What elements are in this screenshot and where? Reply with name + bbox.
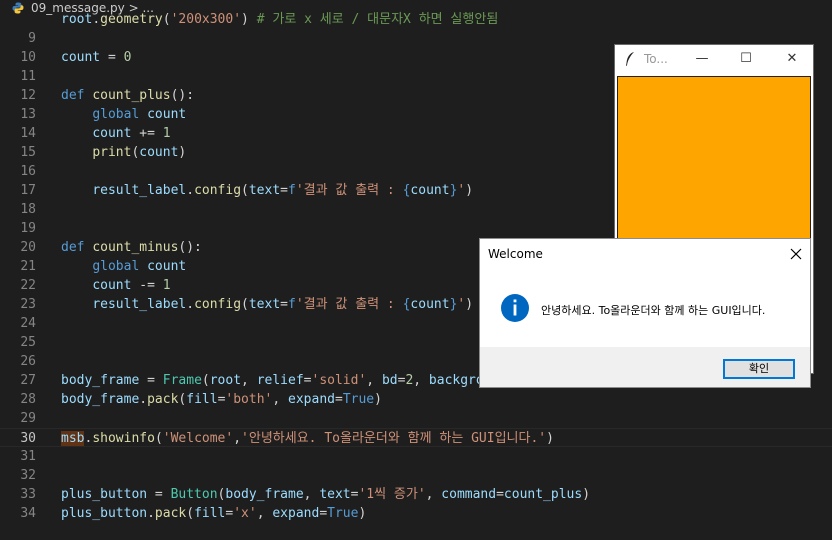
code-line-text: count = 0	[61, 50, 132, 65]
line-number: 10	[20, 50, 36, 65]
ok-button[interactable]: 확인	[723, 359, 795, 379]
window-titlebar[interactable]: To... — ☐ ✕	[615, 45, 813, 73]
code-line-text: plus_button = Button(body_frame, text='1…	[61, 487, 591, 502]
code-line-text: global count	[92, 259, 187, 274]
code-line-text: global count	[92, 107, 187, 122]
maximize-button[interactable]: ☐	[736, 49, 756, 69]
code-line-text: def count_minus():	[61, 240, 202, 255]
code-line-text: count += 1	[92, 126, 171, 141]
line-number: 23	[20, 297, 36, 312]
message-dialog[interactable]: Welcome 안녕하세요. To올라운더와 함께 하는 GUI입니다. 확인	[479, 238, 811, 388]
line-number: 20	[20, 240, 36, 255]
line-number: 30	[20, 431, 36, 446]
code-line-text: def count_plus():	[61, 88, 195, 103]
close-button[interactable]: ✕	[782, 49, 802, 69]
line-number: 15	[20, 145, 36, 160]
line-number: 16	[20, 164, 36, 179]
code-line-text: body_frame.pack(fill='both', expand=True…	[61, 392, 382, 407]
line-number: 27	[20, 373, 36, 388]
window-title: To...	[644, 52, 668, 66]
dialog-message: 안녕하세요. To올라운더와 함께 하는 GUI입니다.	[541, 304, 766, 317]
code-line-text: print(count)	[92, 145, 187, 160]
line-number: 11	[20, 69, 36, 84]
code-line-text: root.geometry('200x300') # 가로 x 세로 / 대문자…	[61, 12, 499, 27]
line-number: 31	[20, 449, 36, 464]
line-number: 9	[28, 31, 36, 46]
line-number: 25	[20, 335, 36, 350]
line-number: 29	[20, 411, 36, 426]
line-number: 33	[20, 487, 36, 502]
minimize-button[interactable]: —	[692, 49, 712, 69]
line-number: 28	[20, 392, 36, 407]
line-number: 14	[20, 126, 36, 141]
line-number: 34	[20, 506, 36, 521]
code-line-text: plus_button.pack(fill='x', expand=True)	[61, 506, 367, 521]
code-line: root.geometry('200x300') # 가로 x 세로 / 대문자…	[0, 10, 832, 29]
line-number: 13	[20, 107, 36, 122]
line-number: 19	[20, 221, 36, 236]
line-number: 21	[20, 259, 36, 274]
line-number: 26	[20, 354, 36, 369]
feather-icon	[626, 52, 634, 66]
code-line-text: msb.showinfo('Welcome','안녕하세요. To올라운더와 함…	[61, 431, 554, 446]
line-number: 32	[20, 468, 36, 483]
code-line-text: result_label.config(text=f'결과 값 출력 : {co…	[92, 297, 474, 312]
code-line-text: count -= 1	[92, 278, 171, 293]
info-icon	[501, 294, 529, 322]
line-number: 12	[20, 88, 36, 103]
line-number: 22	[20, 278, 36, 293]
line-number: 17	[20, 183, 36, 198]
current-line: 30 msb.showinfo('Welcome','안녕하세요. To올라운더…	[0, 428, 832, 447]
dialog-title: Welcome	[488, 247, 543, 261]
dialog-footer: 확인	[480, 347, 810, 387]
line-number: 18	[20, 202, 36, 217]
code-line-text: result_label.config(text=f'결과 값 출력 : {co…	[92, 183, 474, 198]
close-icon[interactable]	[786, 244, 806, 264]
line-number: 24	[20, 316, 36, 331]
